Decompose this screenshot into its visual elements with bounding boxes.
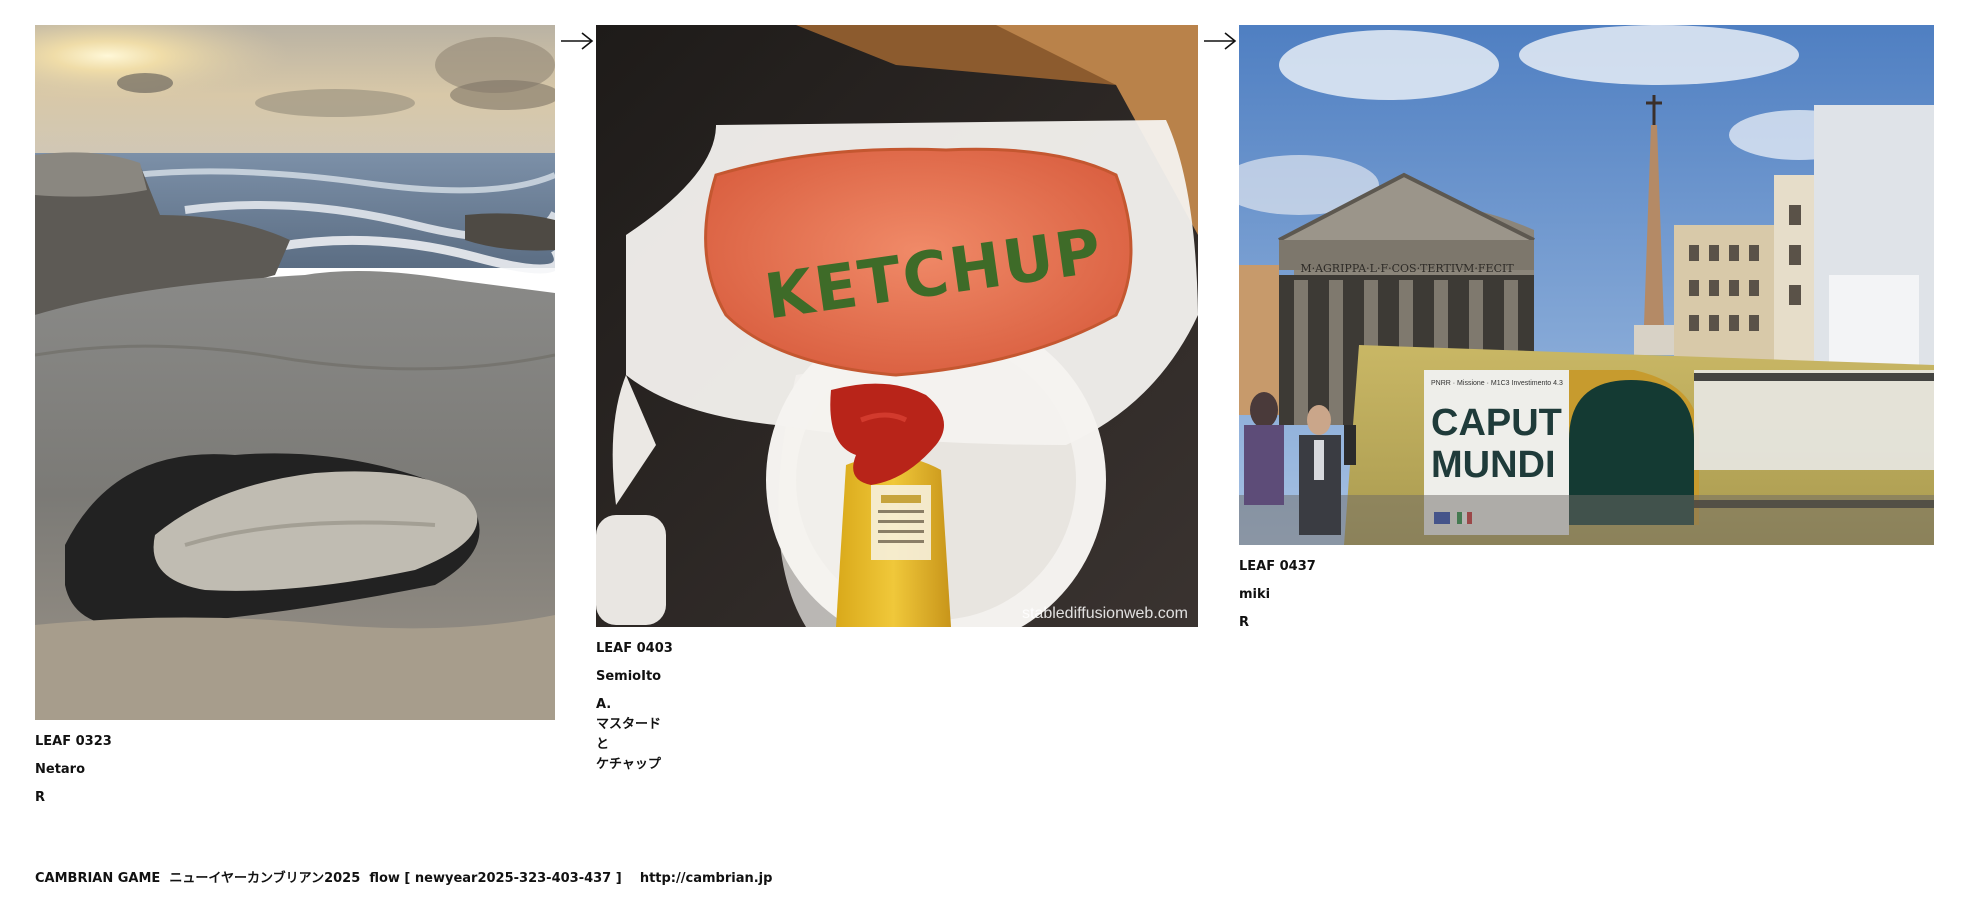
leaf-id: LEAF 0403 — [596, 641, 673, 656]
leaf-note-line: ケチャップ — [596, 757, 661, 772]
leaf-note-line: マスタード — [596, 717, 662, 732]
leaf-author: Netaro — [35, 762, 86, 777]
leaf-card-0403: KETCHUP stablediffusionweb.com LEAF 0403… — [596, 25, 1198, 775]
leaf-caption: LEAF 0403 SemioIto A. マスタード と ケチャップ — [596, 639, 1198, 775]
leaf-id: LEAF 0323 — [35, 734, 112, 749]
right-arrow-icon — [561, 32, 594, 50]
leaf-note-line: A. — [596, 697, 612, 712]
leaf-photo-ketchup[interactable]: KETCHUP stablediffusionweb.com — [596, 25, 1198, 627]
leaf-author: miki — [1239, 587, 1271, 602]
leaf-photo-coastal-rocks[interactable] — [35, 25, 555, 720]
footer-game-name: CAMBRIAN GAME — [35, 871, 161, 886]
footer: CAMBRIAN GAME ニューイヤーカンブリアン2025 flow [ ne… — [35, 867, 772, 886]
leaf-card-0323: LEAF 0323 Netaro R — [35, 25, 555, 808]
banner-header: PNRR · Missione · M1C3 Investimento 4.3 — [1431, 380, 1563, 387]
leaf-author: SemioIto — [596, 669, 662, 684]
leaf-photo-pantheon[interactable]: M·AGRIPPA·L·F·COS·TERTIVM·FECIT PNRR · M — [1239, 25, 1934, 545]
watermark: stablediffusionweb.com — [1022, 605, 1188, 622]
right-arrow-icon — [1204, 32, 1237, 50]
leaf-note-line: R — [35, 790, 46, 805]
leaf-note: A. マスタード と ケチャップ — [596, 695, 1198, 775]
footer-title: ニューイヤーカンブリアン2025 — [169, 871, 361, 886]
leaf-caption: LEAF 0437 miki R — [1239, 557, 1934, 633]
leaf-card-0437: M·AGRIPPA·L·F·COS·TERTIVM·FECIT PNRR · M — [1239, 25, 1934, 633]
leaf-id: LEAF 0437 — [1239, 559, 1316, 574]
footer-site-link[interactable]: http://cambrian.jp — [640, 871, 773, 886]
leaf-note-line: R — [1239, 615, 1250, 630]
leaf-note: R — [35, 788, 555, 808]
leaf-note-line: と — [596, 737, 610, 752]
footer-flow: flow [ newyear2025-323-403-437 ] — [369, 871, 622, 886]
banner-title-mundi: MUNDI — [1431, 444, 1556, 486]
leaf-caption: LEAF 0323 Netaro R — [35, 732, 555, 808]
banner-title-caput: CAPUT — [1431, 402, 1562, 444]
pantheon-inscription: M·AGRIPPA·L·F·COS·TERTIVM·FECIT — [1300, 262, 1514, 275]
leaf-note: R — [1239, 613, 1934, 633]
